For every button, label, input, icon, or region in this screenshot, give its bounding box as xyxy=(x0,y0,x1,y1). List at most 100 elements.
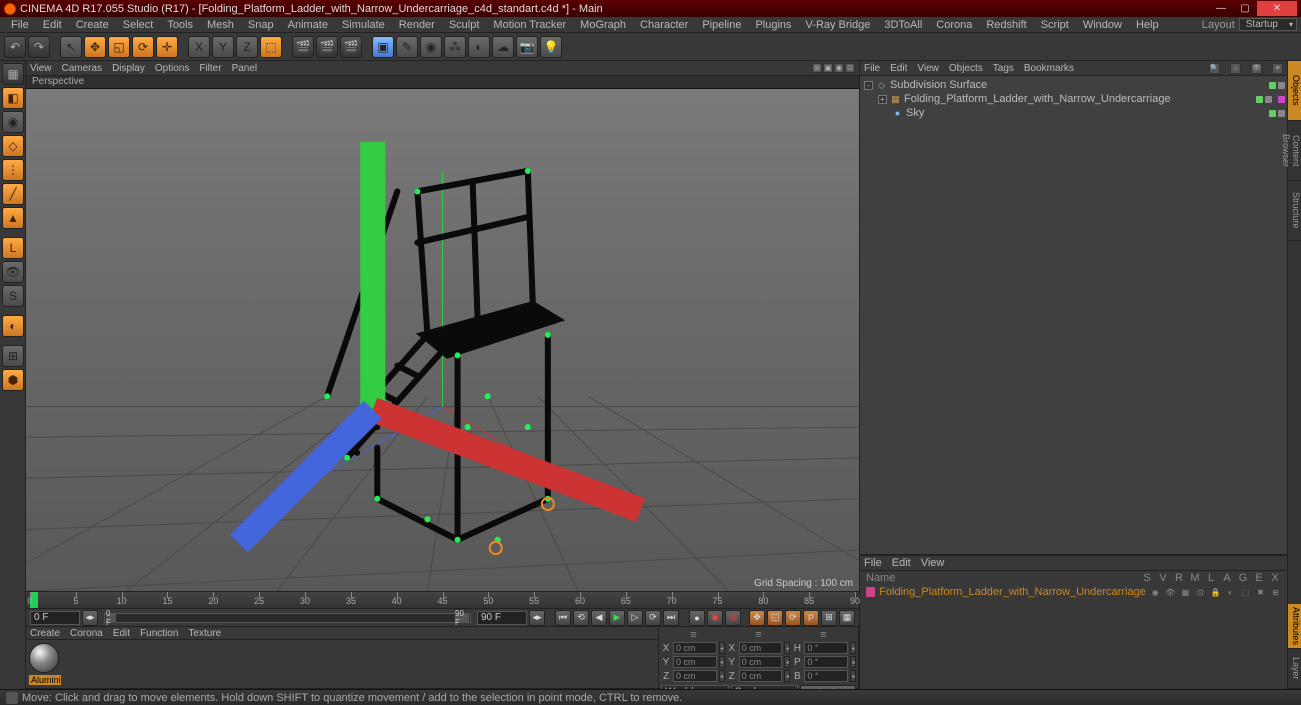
record-button[interactable]: ● xyxy=(689,610,705,626)
play-button[interactable]: ▶ xyxy=(609,610,625,626)
next-frame-button[interactable]: ▷ xyxy=(627,610,643,626)
menu-snap[interactable]: Snap xyxy=(241,19,281,31)
timeline-ruler[interactable]: 051015202530354045505560657075808590 xyxy=(26,591,859,609)
obj-search-icon[interactable]: 🔍 xyxy=(1209,63,1220,74)
tree-vis-dot[interactable] xyxy=(1278,110,1285,117)
attr-layer-row[interactable]: Folding_Platform_Ladder_with_Narrow_Unde… xyxy=(860,585,1287,599)
attr-xref-icon[interactable]: ⊞ xyxy=(1270,586,1281,598)
menu-motion-tracker[interactable]: Motion Tracker xyxy=(486,19,573,31)
attrmenu-file[interactable]: File xyxy=(864,557,882,569)
coord-size-y[interactable]: 0 cm xyxy=(739,656,783,668)
render-pv-button[interactable]: 🎬 xyxy=(316,36,338,58)
coord-system-button[interactable]: ⬚ xyxy=(260,36,282,58)
objmenu-objects[interactable]: Objects xyxy=(949,63,983,74)
coord-rot-p[interactable]: 0 ° xyxy=(804,656,848,668)
pen-tool-button[interactable]: ✎ xyxy=(396,36,418,58)
coord-rot-b[interactable]: 0 ° xyxy=(804,670,848,682)
prev-key-button[interactable]: ⟲ xyxy=(573,610,589,626)
tree-object-name[interactable]: Subdivision Surface xyxy=(890,79,1262,91)
vpmenu-panel[interactable]: Panel xyxy=(232,63,258,74)
matmenu-corona[interactable]: Corona xyxy=(70,628,103,639)
model-mode-button[interactable]: ◧ xyxy=(2,87,24,109)
menu-v-ray-bridge[interactable]: V-Ray Bridge xyxy=(799,19,878,31)
objmenu-tags[interactable]: Tags xyxy=(993,63,1014,74)
menu-3dtoall[interactable]: 3DToAll xyxy=(877,19,929,31)
tab-layer[interactable]: Layer xyxy=(1288,649,1301,689)
goto-end-button[interactable]: ⏭ xyxy=(663,610,679,626)
minimize-button[interactable]: — xyxy=(1209,1,1233,16)
menu-character[interactable]: Character xyxy=(633,19,695,31)
menu-redshift[interactable]: Redshift xyxy=(979,19,1033,31)
autokey-button[interactable]: ◉ xyxy=(707,610,723,626)
light-button[interactable]: 💡 xyxy=(540,36,562,58)
goto-start-button[interactable]: ⏮ xyxy=(555,610,571,626)
next-key-button[interactable]: ⟳ xyxy=(645,610,661,626)
menu-tools[interactable]: Tools xyxy=(160,19,200,31)
menu-sculpt[interactable]: Sculpt xyxy=(442,19,487,31)
time-range-slider[interactable]: 0 F 90 F xyxy=(104,613,471,623)
render-settings-button[interactable]: 🎬 xyxy=(340,36,362,58)
viewport-solo-button[interactable]: 👁 xyxy=(2,261,24,283)
tab-content-browser[interactable]: Content Browser xyxy=(1288,121,1301,181)
pos-key-button[interactable]: ✥ xyxy=(749,610,765,626)
menu-corona[interactable]: Corona xyxy=(929,19,979,31)
camera-button[interactable]: 📷 xyxy=(516,36,538,58)
subdiv-button[interactable]: ◉ xyxy=(420,36,442,58)
workplane-mode-button[interactable]: ◇ xyxy=(2,135,24,157)
obj-view-icon[interactable]: 👁 xyxy=(1251,63,1262,74)
attrmenu-view[interactable]: View xyxy=(921,557,945,569)
objmenu-bookmarks[interactable]: Bookmarks xyxy=(1024,63,1074,74)
tree-row[interactable]: ● Sky xyxy=(860,106,1287,120)
layout-dropdown[interactable]: Startup xyxy=(1239,18,1297,31)
objmenu-edit[interactable]: Edit xyxy=(890,63,907,74)
menu-create[interactable]: Create xyxy=(69,19,116,31)
close-button[interactable]: ✕ xyxy=(1257,1,1297,16)
tree-object-name[interactable]: Sky xyxy=(906,107,1262,119)
deformer-button[interactable]: ◐ xyxy=(468,36,490,58)
coord-size-x[interactable]: 0 cm xyxy=(739,642,783,654)
lock-y-button[interactable]: Y xyxy=(212,36,234,58)
attr-vis-icon[interactable]: 👁 xyxy=(1165,586,1176,598)
vpmenu-cameras[interactable]: Cameras xyxy=(62,63,103,74)
vpmenu-filter[interactable]: Filter xyxy=(199,63,221,74)
coord-pos-x[interactable]: 0 cm xyxy=(673,642,717,654)
workplane-button[interactable]: ◐ xyxy=(2,315,24,337)
attr-render-icon[interactable]: ▦ xyxy=(1180,586,1191,598)
array-button[interactable]: ⁂ xyxy=(444,36,466,58)
matmenu-edit[interactable]: Edit xyxy=(113,628,130,639)
locked-workplane-button[interactable]: ⊞ xyxy=(2,345,24,367)
menu-simulate[interactable]: Simulate xyxy=(335,19,392,31)
redo-button[interactable]: ↷ xyxy=(28,36,50,58)
matmenu-texture[interactable]: Texture xyxy=(188,628,221,639)
tree-vis-dot[interactable] xyxy=(1269,82,1276,89)
scale-tool[interactable]: ◱ xyxy=(108,36,130,58)
tab-attributes[interactable]: Attributes xyxy=(1288,604,1301,649)
environment-button[interactable]: ☁ xyxy=(492,36,514,58)
vp-icon-3[interactable]: ◉ xyxy=(834,63,844,73)
tree-object-name[interactable]: Folding_Platform_Ladder_with_Narrow_Unde… xyxy=(904,93,1249,105)
tree-row[interactable]: + ▦ Folding_Platform_Ladder_with_Narrow_… xyxy=(860,92,1287,106)
tree-expand-icon[interactable]: - xyxy=(864,81,873,90)
end-frame-field[interactable]: 90 F xyxy=(477,611,527,625)
menu-mesh[interactable]: Mesh xyxy=(200,19,241,31)
menu-render[interactable]: Render xyxy=(392,19,442,31)
undo-button[interactable]: ↶ xyxy=(4,36,26,58)
attr-solo-icon[interactable]: ◉ xyxy=(1150,586,1161,598)
scale-key-button[interactable]: ◱ xyxy=(767,610,783,626)
menu-animate[interactable]: Animate xyxy=(281,19,335,31)
matmenu-function[interactable]: Function xyxy=(140,628,178,639)
obj-menu-icon[interactable]: ≡ xyxy=(1272,63,1283,74)
vpmenu-options[interactable]: Options xyxy=(155,63,189,74)
coord-pos-y[interactable]: 0 cm xyxy=(673,656,717,668)
vpmenu-view[interactable]: View xyxy=(30,63,52,74)
matmenu-create[interactable]: Create xyxy=(30,628,60,639)
tree-vis-dot[interactable] xyxy=(1278,82,1285,89)
make-editable-button[interactable]: ▦ xyxy=(2,63,24,85)
planar-workplane-button[interactable]: ⬢ xyxy=(2,369,24,391)
edge-mode-button[interactable]: ╱ xyxy=(2,183,24,205)
menu-select[interactable]: Select xyxy=(116,19,161,31)
rotate-tool[interactable]: ⟳ xyxy=(132,36,154,58)
keyframe-sel-button[interactable]: ◎ xyxy=(725,610,741,626)
key-mode-button[interactable]: ▦ xyxy=(839,610,855,626)
menu-file[interactable]: File xyxy=(4,19,36,31)
